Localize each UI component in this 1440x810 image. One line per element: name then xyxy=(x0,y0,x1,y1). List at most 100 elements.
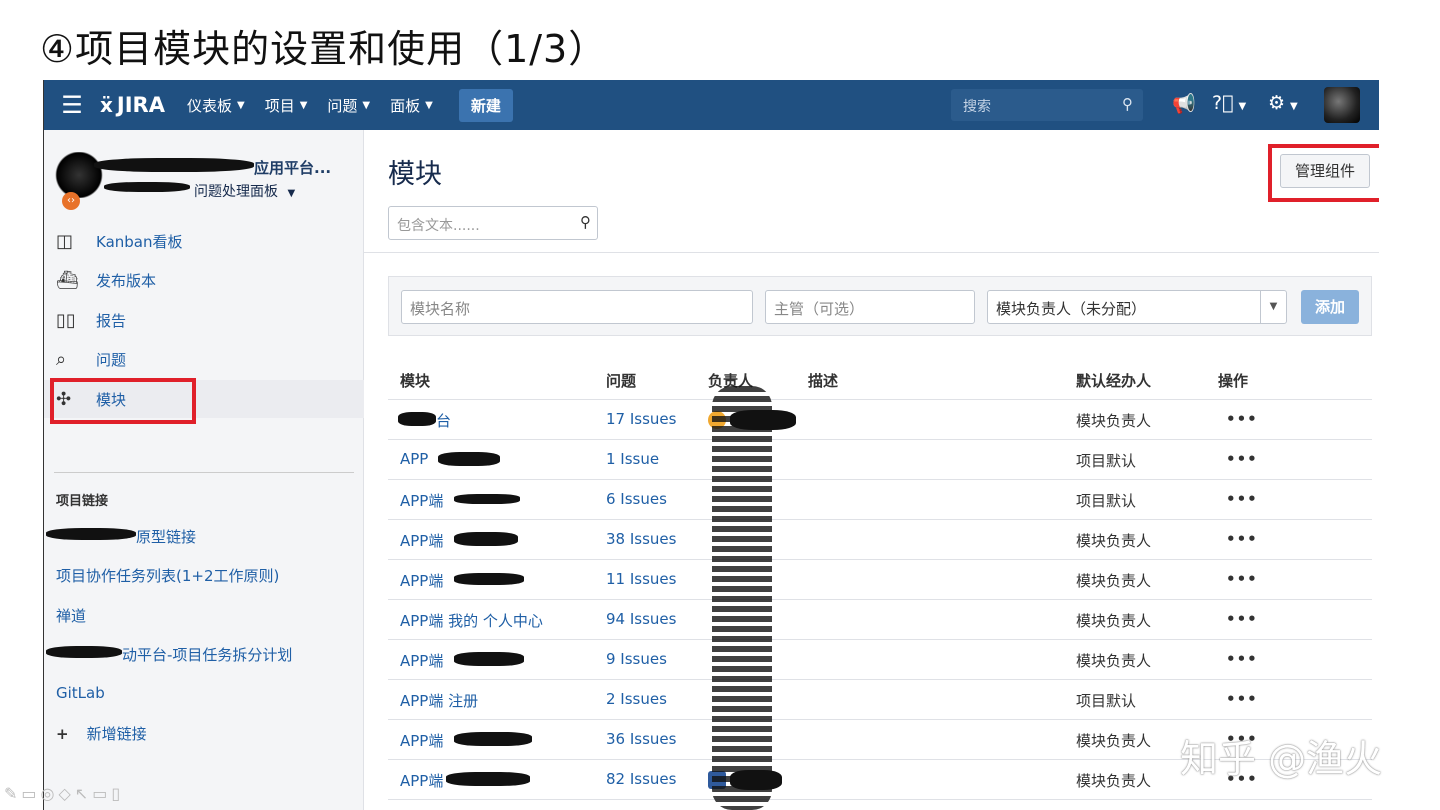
component-filter-input[interactable]: 包含文本...... ⚲ xyxy=(388,206,598,240)
create-button[interactable]: 新建 xyxy=(458,88,513,122)
row-actions-button[interactable]: ••• xyxy=(1226,690,1258,708)
sidebar-item-reports[interactable]: ▯▯ 报告 xyxy=(44,301,364,339)
jira-logo-text: JIRA xyxy=(116,93,165,117)
user-avatar[interactable] xyxy=(1324,87,1360,123)
nav-menu-projects[interactable]: 项目 ▼ xyxy=(265,95,308,116)
component-name[interactable]: APP端 xyxy=(400,770,443,791)
input-placeholder: 模块名称 xyxy=(410,300,471,318)
table-row: APP端 我的 个人中心 94 Issues 模块负责人 ••• xyxy=(388,600,1372,640)
default-assignee: 模块负责人 xyxy=(1076,732,1152,750)
project-link-task-list[interactable]: 项目协作任务列表(1+2工作原则) xyxy=(56,565,279,586)
hamburger-icon[interactable]: ☰ xyxy=(44,80,100,130)
board-switcher[interactable]: 问题处理面板 ▼ xyxy=(194,181,295,201)
project-name[interactable]: 应用平台... xyxy=(254,157,331,178)
redaction-scribble xyxy=(104,182,190,192)
component-lead-input[interactable]: 主管（可选） xyxy=(765,290,975,324)
row-actions-button[interactable]: ••• xyxy=(1226,650,1258,668)
row-actions-button[interactable]: ••• xyxy=(1226,450,1258,468)
column-header[interactable]: 模块 xyxy=(400,370,430,391)
megaphone-icon[interactable]: 📢 xyxy=(1172,92,1196,115)
row-actions-button[interactable]: ••• xyxy=(1226,490,1258,508)
component-name[interactable]: 台 xyxy=(436,410,451,431)
table-row: APP端 6 Issues 项目默认 ••• xyxy=(388,480,1372,520)
sidebar-item-label: Kanban看板 xyxy=(96,232,183,251)
project-header[interactable]: ‹› 应用平台... 问题处理面板 ▼ xyxy=(54,152,354,212)
component-issues-link[interactable]: 94 Issues xyxy=(606,610,676,628)
component-name-input[interactable]: 模块名称 xyxy=(401,290,753,324)
default-assignee-select[interactable]: 模块负责人（未分配） ▼ xyxy=(987,290,1287,324)
component-issues-link[interactable]: 38 Issues xyxy=(606,530,676,548)
chevron-down-icon: ▼ xyxy=(425,99,433,111)
chevron-down-icon[interactable]: ▼ xyxy=(1260,291,1286,323)
component-issues-link[interactable]: 17 Issues xyxy=(606,410,676,428)
component-issues-link[interactable]: 82 Issues xyxy=(606,770,676,788)
search-icon: ⚲ xyxy=(1122,95,1133,113)
chevron-down-icon: ▼ xyxy=(299,99,308,111)
add-link-button[interactable]: + 新增链接 xyxy=(56,723,147,744)
project-sidebar: ‹› 应用平台... 问题处理面板 ▼ ◫ Kanban看板 ⛴ 发布版本 ▯▯… xyxy=(44,130,364,810)
row-actions-button[interactable]: ••• xyxy=(1226,570,1258,588)
component-name[interactable]: APP端 xyxy=(400,570,443,591)
component-issues-link[interactable]: 11 Issues xyxy=(606,570,676,588)
nav-menu-boards[interactable]: 面板 ▼ xyxy=(390,95,433,116)
redaction-scribble xyxy=(454,652,524,666)
sidebar-item-releases[interactable]: ⛴ 发布版本 xyxy=(44,261,364,299)
row-actions-button[interactable]: ••• xyxy=(1226,410,1258,428)
column-header: 描述 xyxy=(808,372,839,390)
jira-window: ☰ ẍ JIRA 仪表板 ▼ 项目 ▼ 问题 ▼ 面板 ▼ 新建 搜索 ⚲ 📢 ?⃝ ▼ … xyxy=(43,80,1379,810)
row-actions-button[interactable]: ••• xyxy=(1226,530,1258,548)
redaction-scribble xyxy=(454,494,520,504)
default-assignee: 模块负责人 xyxy=(1076,612,1152,630)
add-link-label: 新增链接 xyxy=(86,725,147,743)
default-assignee: 项目默认 xyxy=(1076,492,1137,510)
table-row: APP端 9 Issues 模块负责人 ••• xyxy=(388,640,1372,680)
nav-menu-label: 问题 xyxy=(327,96,358,115)
project-links-heading: 项目链接 xyxy=(56,494,109,509)
chevron-down-icon: ▼ xyxy=(362,99,371,111)
default-assignee: 模块负责人 xyxy=(1076,652,1152,670)
filter-placeholder: 包含文本...... xyxy=(397,218,480,234)
redaction-scribble xyxy=(94,158,254,172)
component-issues-link[interactable]: 36 Issues xyxy=(606,730,676,748)
nav-menu-label: 仪表板 xyxy=(186,96,232,115)
component-name[interactable]: APP xyxy=(400,450,428,468)
project-link-gitlab[interactable]: GitLab xyxy=(56,684,105,702)
help-icon[interactable]: ?⃝ ▼ xyxy=(1212,92,1246,114)
component-name[interactable]: APP端 xyxy=(400,530,443,551)
component-name[interactable]: APP端 xyxy=(400,650,443,671)
project-link-zentao[interactable]: 禅道 xyxy=(56,605,86,626)
chart-icon: ▯▯ xyxy=(56,309,76,331)
default-assignee: 模块负责人 xyxy=(1076,412,1152,430)
board-icon: ◫ xyxy=(56,230,74,252)
table-row: APP端 注册 2 Issues 项目默认 ••• xyxy=(388,680,1372,720)
component-name[interactable]: APP端 注册 xyxy=(400,690,478,711)
redaction-scribble xyxy=(712,386,772,810)
row-actions-button[interactable]: ••• xyxy=(1226,610,1258,628)
component-issues-link[interactable]: 2 Issues xyxy=(606,690,667,708)
add-component-button[interactable]: 添加 xyxy=(1301,290,1359,324)
nav-menu-dashboards[interactable]: 仪表板 ▼ xyxy=(187,95,245,116)
table-row: APP 1 Issue 项目默认 ••• xyxy=(388,440,1372,480)
jira-logo[interactable]: ẍ JIRA xyxy=(100,93,165,117)
redaction-scribble xyxy=(454,732,532,746)
component-name[interactable]: APP端 我的 个人中心 xyxy=(400,610,543,631)
component-issues-link[interactable]: 6 Issues xyxy=(606,490,667,508)
nav-menu-issues[interactable]: 问题 ▼ xyxy=(327,95,370,116)
components-table-header: 模块 问题 负责人 描述 默认经办人 操作 xyxy=(388,366,1372,400)
component-issues-link[interactable]: 9 Issues xyxy=(606,650,667,668)
sidebar-item-issues[interactable]: ⌕ 问题 xyxy=(44,340,364,378)
presentation-toolbar[interactable]: ✎▭◎◇↖▭▯ xyxy=(4,784,124,803)
gear-icon[interactable]: ⚙ ▼ xyxy=(1268,92,1298,114)
project-link-task-plan[interactable]: 动平台-项目任务拆分计划 xyxy=(122,644,292,665)
plus-icon: + xyxy=(56,725,69,743)
slide-title: ④项目模块的设置和使用（1/3） xyxy=(40,27,608,71)
redaction-scribble xyxy=(446,772,530,786)
sidebar-item-kanban[interactable]: ◫ Kanban看板 xyxy=(44,222,364,260)
redaction-scribble xyxy=(454,573,524,585)
component-name[interactable]: APP端 xyxy=(400,490,443,511)
project-link-prototype[interactable]: 原型链接 xyxy=(136,526,196,547)
chevron-down-icon: ▼ xyxy=(236,99,245,111)
search-input[interactable]: 搜索 ⚲ xyxy=(951,89,1143,121)
component-issues-link[interactable]: 1 Issue xyxy=(606,450,659,468)
component-name[interactable]: APP端 xyxy=(400,730,443,751)
